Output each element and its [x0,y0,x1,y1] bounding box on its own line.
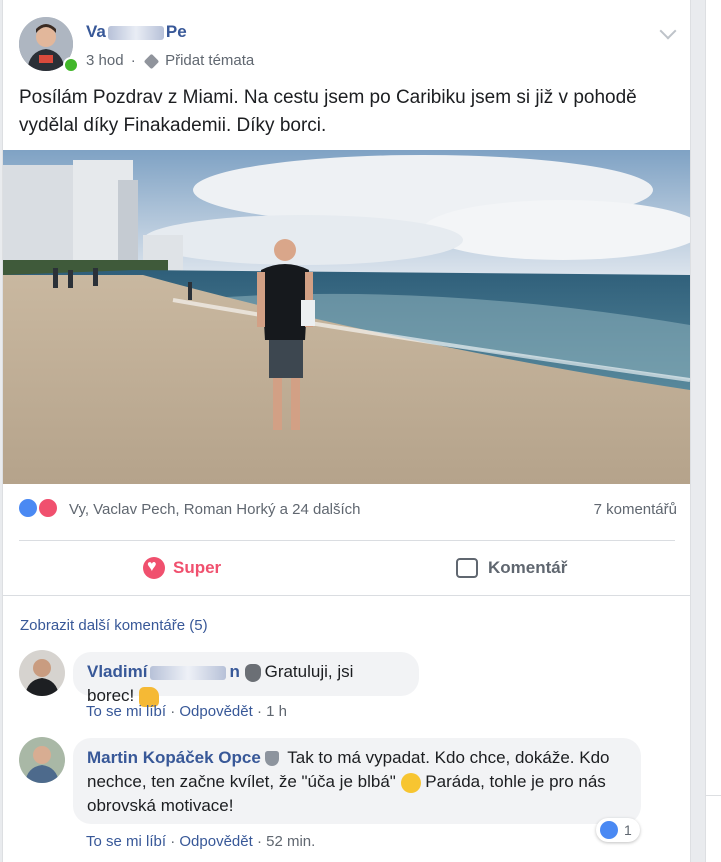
comment-like-link[interactable]: To se mi líbí [86,833,166,850]
post-photo[interactable] [3,150,690,484]
commenter-avatar[interactable] [19,737,65,783]
comment-bubble: Martin Kopáček Opce Tak to má vypadat. K… [73,738,641,824]
like-count-number: 1 [624,822,632,838]
comment-time[interactable]: 52 min. [266,833,315,850]
comment-bubble: Vladimí n Gratuluji, jsi borec! [73,652,419,707]
comment-links: To se mi líbí · Odpovědět · 52 min. [86,833,316,850]
comment-reply-link[interactable]: Odpovědět [179,703,252,720]
add-topics-link[interactable]: Přidat témata [165,52,254,69]
post-text: Posílám Pozdrav z Miami. Na cestu jsem p… [19,87,637,136]
comment-time[interactable]: 1 h [266,703,287,720]
shield-badge-icon [264,751,279,767]
commenter-name[interactable]: Vladimí n [87,662,240,681]
post-meta: 3 hod · Přidat témata [86,52,255,69]
show-more-comments[interactable]: Zobrazit další komentáře (5) [20,617,208,634]
commenter-name[interactable]: Martin Kopáček Opce [87,748,261,767]
smile-emoji-icon [400,772,421,793]
heart-icon [143,557,165,579]
reaction-names[interactable]: Vy, Vaclav Pech, Roman Horký a 24 dalšíc… [69,501,361,518]
wave-emoji-icon [244,663,261,682]
comment-reply-link[interactable]: Odpovědět [179,833,252,850]
comment-like-count[interactable]: 1 [596,818,640,842]
like-reaction-icon [600,821,618,839]
tag-icon [143,53,160,69]
super-button[interactable]: Super [143,548,221,588]
post-time[interactable]: 3 hod [86,52,124,69]
divider [19,540,675,541]
author-name[interactable]: Va Pe [86,22,187,42]
like-reaction-icon[interactable] [17,497,39,519]
post-header: Va Pe 3 hod · Přidat témata [19,17,679,73]
comments-count[interactable]: 7 komentářů [594,501,677,518]
comment-links: To se mi líbí · Odpovědět · 1 h [86,703,287,720]
redacted-name-part [107,25,164,40]
love-reaction-icon[interactable] [37,497,59,519]
post-actions: Super Komentář [19,548,675,588]
redacted-name-part [150,665,227,680]
super-label: Super [173,558,222,577]
comment-like-link[interactable]: To se mi líbí [86,703,166,720]
right-column [705,0,721,862]
reactions-bar: Vy, Vaclav Pech, Roman Horký a 24 dalšíc… [17,497,677,525]
chevron-down-icon[interactable] [659,22,677,40]
comment-label: Komentář [488,558,568,577]
comment-bubble-icon [456,558,478,578]
commenter-avatar[interactable] [19,650,65,696]
post-card: Va Pe 3 hod · Přidat témata Posílám Pozdr… [2,0,691,862]
comment-button[interactable]: Komentář [456,548,567,588]
right-column-panel [706,0,721,796]
online-status-dot [63,57,79,73]
